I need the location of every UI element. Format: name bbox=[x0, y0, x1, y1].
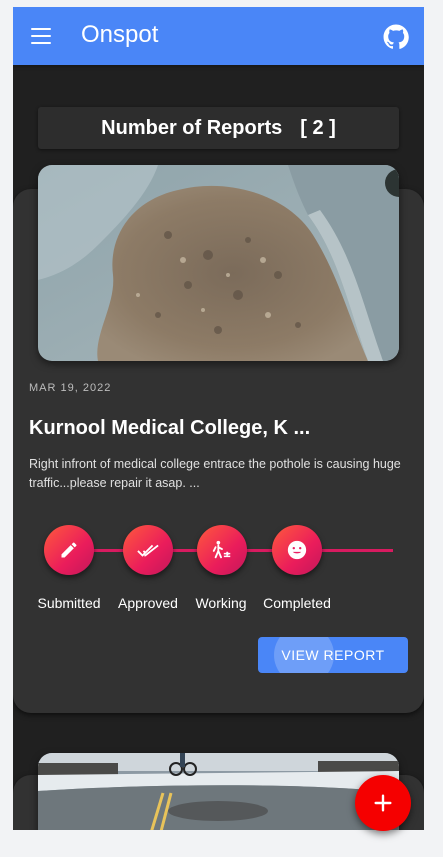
step-label-approved: Approved bbox=[118, 595, 178, 611]
step-completed[interactable] bbox=[272, 525, 322, 575]
app-screen: Onspot Number of Reports [ 2 ] MAR 19, 2… bbox=[13, 7, 424, 830]
plus-icon bbox=[374, 794, 392, 812]
step-label-completed: Completed bbox=[263, 595, 331, 611]
menu-icon[interactable] bbox=[31, 26, 51, 46]
pencil-icon bbox=[61, 542, 77, 558]
step-submitted[interactable] bbox=[44, 525, 94, 575]
pothole-photo[interactable] bbox=[38, 165, 399, 361]
double-check-icon bbox=[137, 544, 159, 557]
step-label-working: Working bbox=[195, 595, 247, 611]
app-bar: Onspot bbox=[13, 7, 424, 65]
app-title: Onspot bbox=[81, 21, 159, 48]
step-working[interactable] bbox=[197, 525, 247, 575]
worker-icon bbox=[212, 540, 231, 559]
view-report-label: VIEW REPORT bbox=[281, 647, 385, 663]
report-count-label: Number of Reports bbox=[101, 116, 283, 139]
report-date: MAR 19, 2022 bbox=[29, 382, 112, 394]
step-label-submitted: Submitted bbox=[37, 595, 101, 611]
view-report-button[interactable]: VIEW REPORT bbox=[258, 637, 408, 673]
report-count-value: [ 2 ] bbox=[300, 116, 336, 139]
report-location[interactable]: Kurnool Medical College, K ... bbox=[29, 417, 310, 440]
step-approved[interactable] bbox=[123, 525, 173, 575]
report-count-header: Number of Reports [ 2 ] bbox=[38, 107, 399, 149]
road-photo[interactable] bbox=[38, 753, 399, 830]
add-report-button[interactable] bbox=[355, 775, 411, 831]
report-description: Right infront of medical college entrace… bbox=[29, 457, 401, 490]
github-icon[interactable] bbox=[383, 24, 409, 50]
status-stepper: Submitted Approved Working Completed bbox=[13, 525, 424, 625]
smile-icon bbox=[287, 540, 307, 560]
